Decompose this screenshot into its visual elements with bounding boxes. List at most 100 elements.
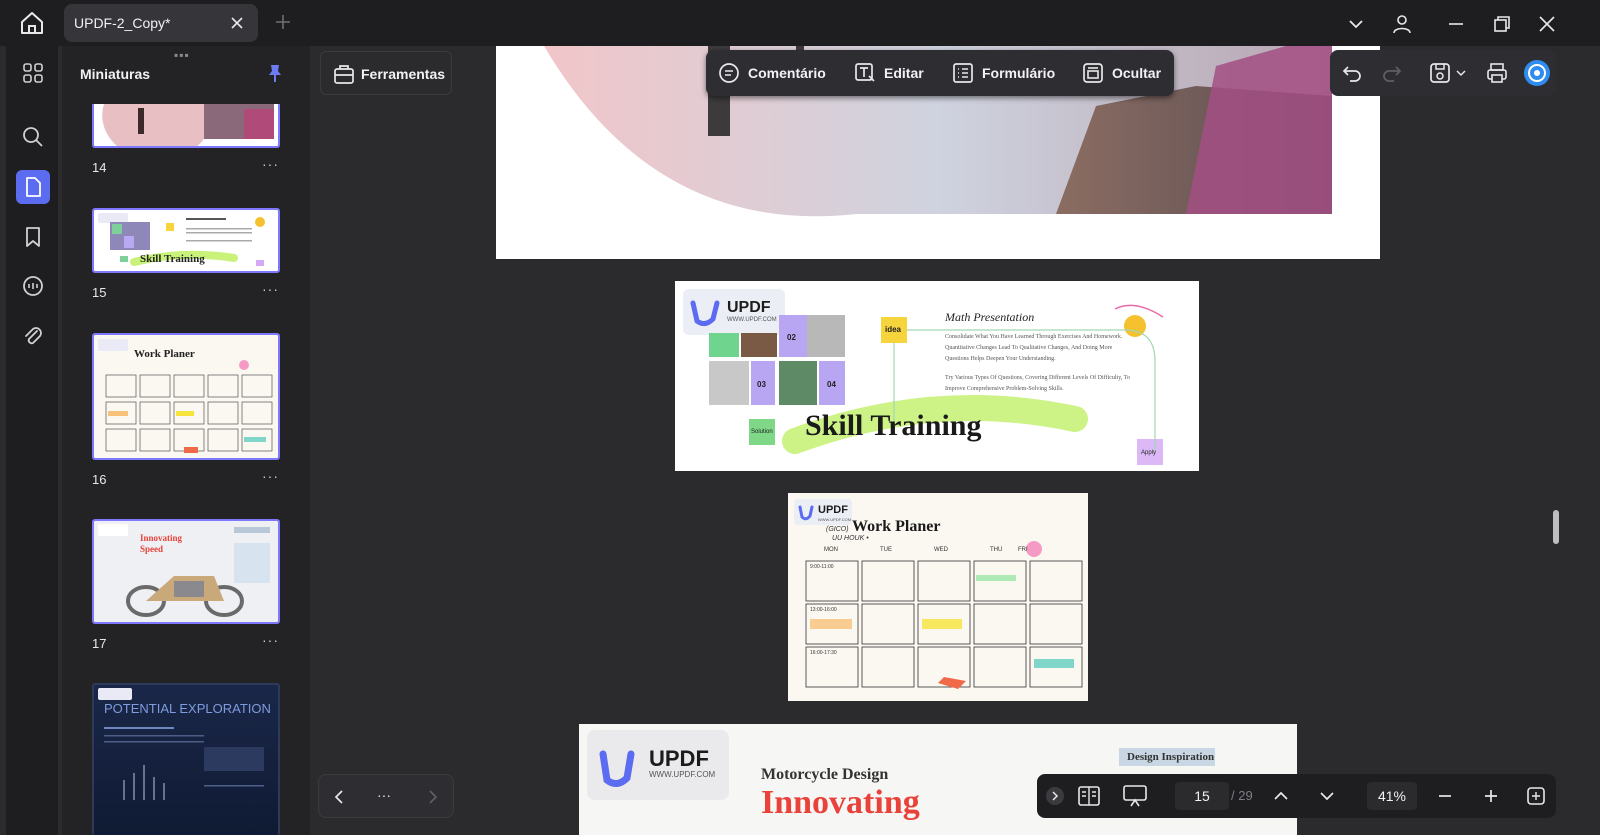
panel-grip-icon[interactable]: ▪▪▪ (174, 48, 190, 62)
page15-heading: Math Presentation (945, 310, 1035, 324)
thumbnail-more-button[interactable]: ··· (262, 632, 279, 648)
grid-icon (23, 63, 43, 83)
tools-button[interactable]: Ferramentas (320, 51, 452, 95)
page17-logo-url: WWW.UPDF.COM (649, 770, 716, 779)
hide-label: Ocultar (1112, 65, 1162, 81)
bookmark-icon (26, 227, 40, 247)
chevron-left-icon[interactable] (331, 788, 349, 806)
vertical-scrollbar[interactable] (1553, 510, 1559, 544)
close-tab-icon[interactable] (228, 14, 246, 32)
redo-icon[interactable] (1380, 61, 1404, 85)
page16-sub: (GICO) (826, 526, 849, 533)
left-tool-rail (6, 46, 58, 835)
document-tab[interactable]: UPDF-2_Copy* (64, 4, 258, 42)
more-pages-button[interactable]: ··· (377, 787, 391, 803)
chevron-down-icon[interactable] (1344, 12, 1368, 36)
thumbnail-page-14[interactable] (92, 104, 280, 148)
edit-text-icon (855, 63, 875, 82)
organize-pages-button[interactable] (16, 56, 50, 90)
hide-tool-button[interactable]: Ocultar (1082, 62, 1161, 84)
print-icon[interactable] (1485, 61, 1509, 85)
thumbnail-number: 15 (92, 285, 107, 300)
home-icon[interactable] (18, 10, 46, 36)
ai-assistant-icon[interactable] (1523, 59, 1551, 87)
minimize-icon[interactable] (1444, 12, 1468, 36)
search-button[interactable] (16, 120, 50, 154)
edit-toolbar: Comentário Editar Formulário Ocultar (706, 50, 1174, 96)
svg-text:Skill Training: Skill Training (140, 253, 205, 265)
page15-number: 03 (757, 380, 766, 389)
right-toolbar (1330, 50, 1556, 96)
page15-title: Skill Training (805, 409, 982, 442)
thumbnail-more-button[interactable]: ··· (262, 156, 279, 172)
thumbnail-image: Innovating Speed (94, 521, 278, 622)
total-pages: / 29 (1231, 788, 1253, 803)
thumbnail-text: Innovating (140, 533, 183, 543)
page15-body2: Try Various Types Of Questions, Covering… (945, 375, 1130, 392)
title-bar: UPDF-2_Copy* (0, 0, 1600, 46)
thumbnail-text: POTENTIAL EXPLORATION (104, 701, 271, 716)
zoom-in-icon[interactable] (1481, 786, 1501, 806)
day-label: THU (990, 547, 1003, 553)
thumbnail-page-18[interactable]: POTENTIAL EXPLORATION (92, 683, 280, 835)
page-layout-icon[interactable] (1077, 785, 1101, 807)
paperclip-icon (25, 327, 42, 345)
thumbnail-number: 16 (92, 472, 107, 487)
restore-icon[interactable] (1490, 12, 1514, 36)
comments-button[interactable] (16, 270, 50, 304)
day-label: TUE (880, 547, 892, 553)
chevron-right-icon[interactable] (423, 788, 441, 806)
collapse-toggle-icon[interactable] (1045, 786, 1065, 806)
page15-logo-url: WWW.UPDF.COM (727, 317, 777, 323)
page15-number: 02 (787, 333, 796, 342)
edit-tool-button[interactable]: Editar (854, 62, 924, 84)
apply-tag: Apply (1141, 450, 1157, 456)
page15-number: 04 (827, 380, 836, 389)
undo-icon[interactable] (1340, 61, 1364, 85)
thumbnail-pagination: ··· (318, 774, 454, 818)
current-page-input[interactable]: 15 (1175, 782, 1229, 810)
attachments-button[interactable] (16, 320, 50, 354)
thumbnail-text: Speed (140, 544, 163, 554)
zoom-out-icon[interactable] (1435, 786, 1455, 806)
page-icon (26, 177, 41, 197)
toolbox-icon (334, 65, 354, 84)
account-icon[interactable] (1390, 12, 1414, 36)
thumbnail-image (94, 104, 278, 146)
thumbnail-number: 17 (92, 636, 107, 651)
thumbnail-page-15[interactable]: Skill Training (92, 208, 280, 273)
close-window-icon[interactable] (1535, 12, 1559, 36)
day-label: MON (824, 547, 838, 553)
svg-text:Work Planer: Work Planer (134, 348, 195, 360)
time-label: 9:00-11:00 (810, 564, 834, 570)
thumbnails-panel: ▪▪▪ Miniaturas 14 ··· Skill Training 15 … (62, 46, 310, 835)
document-viewport[interactable]: UPDF WWW.UPDF.COM 02 03 04 idea Solution… (316, 46, 1556, 835)
pin-icon[interactable] (264, 62, 286, 84)
thumbnails-button[interactable] (16, 170, 50, 204)
save-icon[interactable] (1428, 61, 1452, 85)
page-15: UPDF WWW.UPDF.COM 02 03 04 idea Solution… (675, 281, 1199, 471)
edit-label: Editar (884, 65, 924, 81)
thumbnail-more-button[interactable]: ··· (262, 281, 279, 297)
redact-icon (1083, 63, 1103, 83)
thumbnail-page-16[interactable]: Work Planer (92, 333, 280, 460)
search-icon (23, 127, 43, 147)
new-tab-icon[interactable] (273, 12, 293, 32)
presentation-icon[interactable] (1122, 784, 1148, 808)
tools-label: Ferramentas (361, 66, 446, 82)
next-page-icon[interactable] (1317, 786, 1337, 806)
fit-page-icon[interactable] (1525, 785, 1547, 807)
thumbnail-image: Work Planer (94, 335, 278, 458)
page17-title: Innovating (761, 784, 920, 821)
page17-subtitle: Motorcycle Design (761, 766, 889, 783)
bookmarks-button[interactable] (16, 220, 50, 254)
previous-page-icon[interactable] (1271, 786, 1291, 806)
comment-tool-button[interactable]: Comentário (718, 62, 826, 84)
thumbnail-more-button[interactable]: ··· (262, 468, 279, 484)
form-tool-button[interactable]: Formulário (952, 62, 1055, 84)
thumbnail-page-17[interactable]: Innovating Speed (92, 519, 280, 624)
chevron-down-icon[interactable] (1454, 66, 1468, 80)
page16-title: Work Planer (852, 518, 941, 535)
zoom-level-input[interactable]: 41% (1367, 782, 1417, 810)
page16-logo: UPDF (818, 504, 848, 516)
